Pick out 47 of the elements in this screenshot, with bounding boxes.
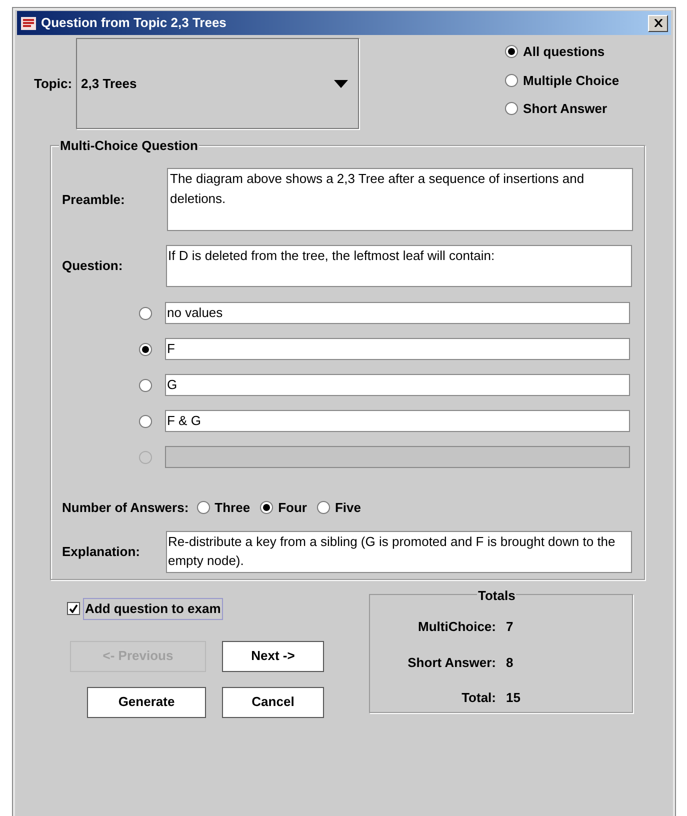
preamble-text-area[interactable]: The diagram above shows a 2,3 Tree after a sequence of insertions and deletions. xyxy=(167,168,633,231)
answer-count-radio[interactable] xyxy=(316,501,330,514)
answer-count-radio[interactable] xyxy=(260,501,274,514)
answer-count-label[interactable]: Five xyxy=(334,498,361,518)
explanation-text-area[interactable]: Re-distribute a key from a sibling (G is promoted and F is brought down to the empty node). xyxy=(166,530,632,572)
check-icon xyxy=(69,604,78,614)
filter-option-label[interactable]: Multiple Choice xyxy=(523,70,620,90)
total-value: 15 xyxy=(506,689,520,707)
topic-dropdown[interactable]: 2,3 Trees xyxy=(76,38,360,129)
preamble-label: Preamble: xyxy=(62,190,126,209)
total-label: MultiChoice: xyxy=(417,618,496,636)
explanation-label: Explanation: xyxy=(62,542,142,561)
app-icon xyxy=(20,14,37,32)
filter-radio[interactable] xyxy=(505,102,518,116)
close-icon xyxy=(654,19,662,27)
answer-radio[interactable] xyxy=(139,378,152,392)
total-label: Short Answer: xyxy=(406,654,496,672)
add-to-exam-checkbox[interactable] xyxy=(67,602,80,616)
total-label: Total: xyxy=(460,689,496,707)
action-button[interactable]: Cancel xyxy=(222,686,324,718)
action-button[interactable]: Next -> xyxy=(222,640,324,672)
filter-option-label[interactable]: Short Answer xyxy=(523,99,608,118)
answer-field[interactable]: F & G xyxy=(165,410,630,432)
answer-count-label[interactable]: Four xyxy=(278,498,307,518)
close-button[interactable] xyxy=(648,14,668,32)
answer-count-radio[interactable] xyxy=(196,501,210,514)
filter-radio[interactable] xyxy=(505,74,518,87)
action-button[interactable]: Generate xyxy=(87,686,206,718)
window-title: Question from Topic 2,3 Trees xyxy=(41,14,228,32)
answer-field[interactable] xyxy=(165,446,630,468)
answer-field[interactable]: F xyxy=(165,338,630,360)
question-text-area[interactable]: If D is deleted from the tree, the leftmost leaf will contain: xyxy=(166,245,632,287)
question-label: Question: xyxy=(62,257,124,276)
filter-radio[interactable] xyxy=(505,45,518,58)
answer-radio[interactable] xyxy=(139,306,152,320)
dropdown-arrow-icon xyxy=(334,80,348,88)
answer-radio[interactable] xyxy=(139,342,152,356)
total-value: 8 xyxy=(506,654,514,672)
answer-count-label[interactable]: Three xyxy=(214,498,250,518)
answer-radio[interactable] xyxy=(139,414,152,428)
filter-option-label[interactable]: All questions xyxy=(523,42,605,62)
total-value: 7 xyxy=(506,618,514,636)
add-to-exam-label[interactable]: Add question to exam xyxy=(83,598,223,620)
answer-field[interactable]: no values xyxy=(165,302,630,324)
topic-label: Topic: xyxy=(34,74,72,93)
number-of-answers-label: Number of Answers: xyxy=(62,499,189,517)
answer-field[interactable]: G xyxy=(165,374,630,396)
